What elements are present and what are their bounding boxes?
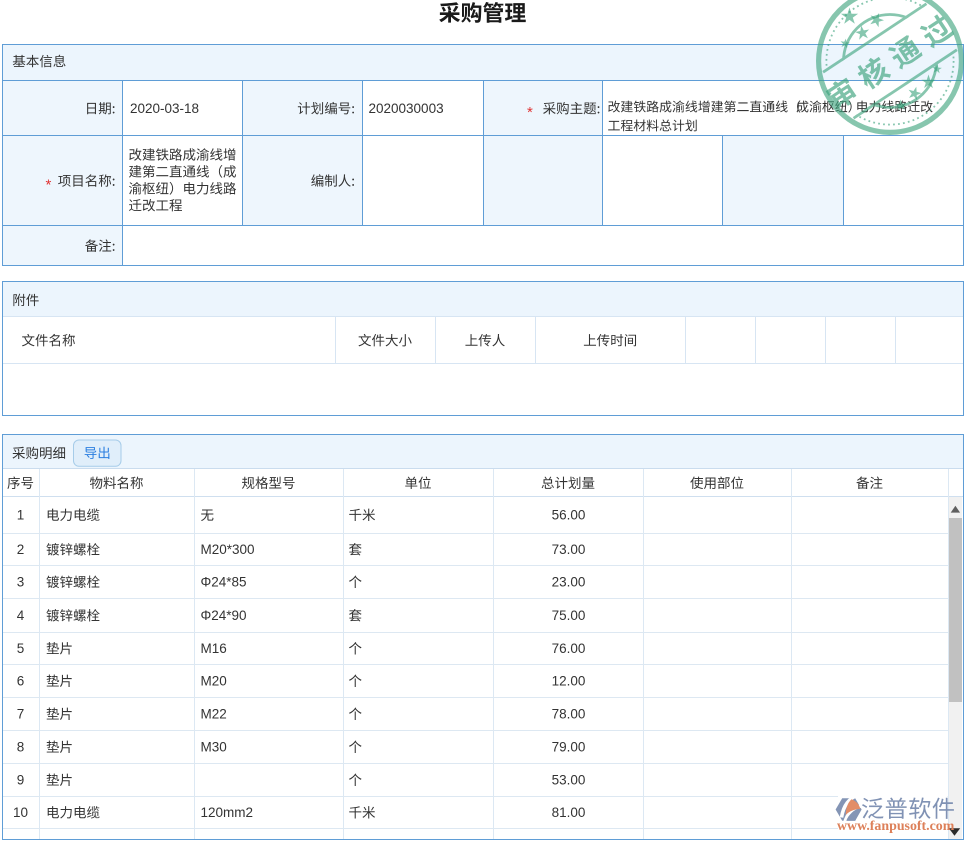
svg-text:56.00: 56.00: [552, 507, 586, 522]
svg-text:M20: M20: [201, 673, 227, 688]
svg-text:M30: M30: [201, 739, 227, 754]
svg-text:3: 3: [17, 574, 25, 589]
svg-text:1: 1: [17, 507, 25, 522]
svg-text:120mm2: 120mm2: [201, 805, 254, 820]
svg-text:M20*300: M20*300: [201, 542, 255, 557]
svg-text:*: *: [46, 177, 52, 194]
svg-text:53.00: 53.00: [552, 772, 586, 787]
svg-text:Φ24*90: Φ24*90: [201, 608, 247, 623]
svg-text:M22: M22: [201, 706, 227, 721]
svg-text:73.00: 73.00: [552, 542, 586, 557]
svg-text:12.00: 12.00: [552, 673, 586, 688]
svg-text:*: *: [527, 104, 533, 121]
svg-text:5: 5: [17, 641, 25, 656]
svg-text:75.00: 75.00: [552, 608, 586, 623]
svg-text:Φ24*85: Φ24*85: [201, 574, 247, 589]
svg-text:M16: M16: [201, 641, 227, 656]
svg-text:2020030003: 2020030003: [369, 101, 444, 116]
svg-text:76.00: 76.00: [552, 641, 586, 656]
svg-text:www.fanpusoft.com: www.fanpusoft.com: [837, 819, 955, 834]
svg-text:9: 9: [17, 772, 25, 787]
svg-text:7: 7: [17, 706, 25, 721]
svg-text:2020-03-18: 2020-03-18: [130, 101, 199, 116]
svg-text:81.00: 81.00: [552, 805, 586, 820]
svg-text:78.00: 78.00: [552, 706, 586, 721]
svg-text:8: 8: [17, 739, 25, 754]
svg-text:6: 6: [17, 673, 25, 688]
svg-text:23.00: 23.00: [552, 574, 586, 589]
svg-text:10: 10: [13, 805, 28, 820]
svg-text:79.00: 79.00: [552, 739, 586, 754]
svg-text:4: 4: [17, 608, 25, 623]
svg-text:2: 2: [17, 542, 25, 557]
